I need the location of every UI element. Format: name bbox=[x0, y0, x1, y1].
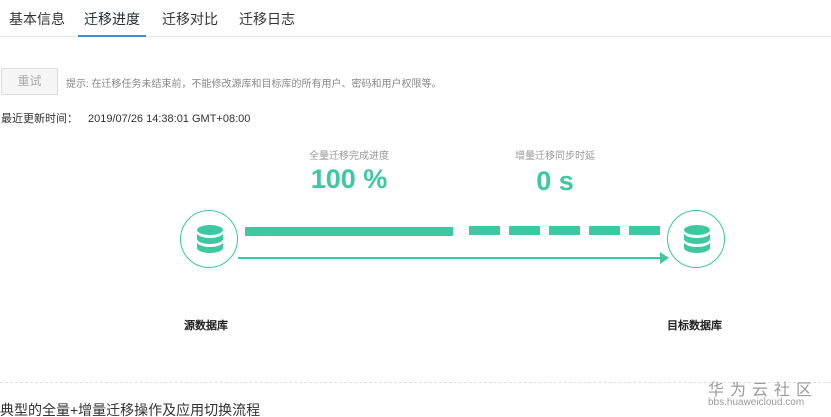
tab-basic-info[interactable]: 基本信息 bbox=[9, 0, 65, 36]
retry-button[interactable]: 重试 bbox=[1, 68, 58, 95]
incremental-dash bbox=[549, 226, 580, 235]
target-db-label: 目标数据库 bbox=[667, 320, 722, 332]
incremental-dash bbox=[629, 226, 660, 235]
tab-bar: 基本信息 迁移进度 迁移对比 迁移日志 bbox=[0, 0, 831, 37]
section-title: 典型的全量+增量迁移操作及应用切换流程 bbox=[0, 402, 261, 417]
source-db-node bbox=[180, 210, 238, 268]
database-icon bbox=[684, 225, 710, 253]
section-divider bbox=[0, 382, 831, 383]
last-update-value: 2019/07/26 14:38:01 GMT+08:00 bbox=[88, 113, 251, 125]
hint-text: 提示: 在迁移任务未结束前，不能修改源库和目标库的所有用户、密码和用户权限等。 bbox=[66, 79, 442, 90]
incremental-dash bbox=[469, 226, 500, 235]
tab-migration-log[interactable]: 迁移日志 bbox=[239, 0, 295, 36]
sync-arrow-line bbox=[238, 257, 666, 259]
arrow-right-icon bbox=[660, 252, 669, 264]
tab-label: 迁移日志 bbox=[239, 11, 295, 27]
full-migration-bar bbox=[245, 227, 453, 236]
tab-label: 迁移对比 bbox=[162, 11, 218, 27]
source-db-label: 源数据库 bbox=[184, 320, 228, 332]
tab-migration-progress[interactable]: 迁移进度 bbox=[78, 0, 146, 37]
last-update: 最近更新时间： 2019/07/26 14:38:01 GMT+08:00 bbox=[1, 110, 260, 126]
active-tab-indicator bbox=[78, 35, 146, 37]
incremental-dash bbox=[589, 226, 620, 235]
incremental-delay-label: 增量迁移同步时延 bbox=[515, 151, 595, 162]
tab-label: 迁移进度 bbox=[84, 11, 140, 27]
incremental-dash bbox=[509, 226, 540, 235]
full-migration-value: 100 % bbox=[310, 164, 388, 194]
target-db-node bbox=[667, 210, 725, 268]
last-update-label: 最近更新时间： bbox=[1, 113, 78, 125]
tab-label: 基本信息 bbox=[9, 11, 65, 27]
incremental-delay-value: 0 s bbox=[536, 166, 574, 196]
full-migration-label: 全量迁移完成进度 bbox=[309, 151, 389, 162]
database-icon bbox=[197, 225, 223, 253]
watermark-url: bbs.huaweicloud.com bbox=[708, 397, 805, 408]
tab-migration-compare[interactable]: 迁移对比 bbox=[162, 0, 218, 36]
